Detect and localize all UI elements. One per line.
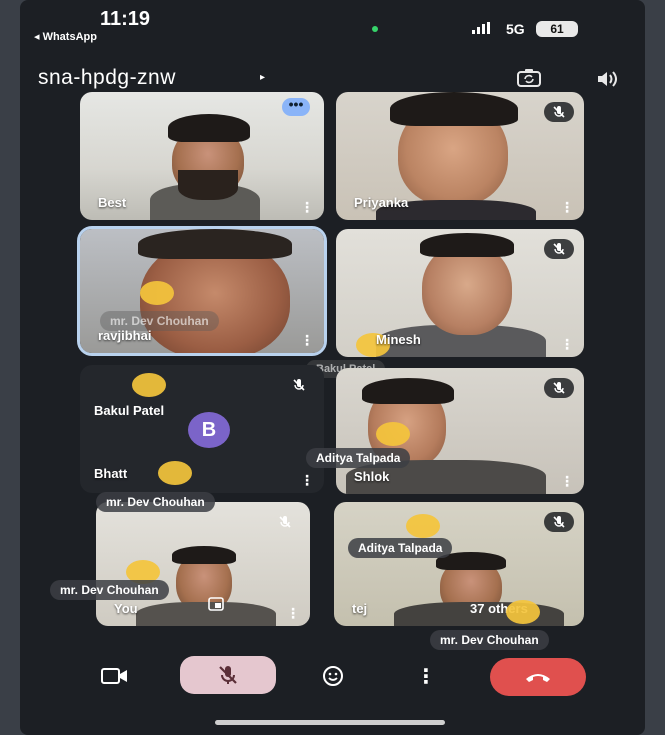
speaker-icon[interactable] [596,70,620,93]
more-options-icon[interactable]: ⋮ [560,200,574,214]
picture-in-picture-icon[interactable] [208,597,224,616]
home-indicator[interactable] [215,720,445,725]
emoji-icon[interactable] [318,662,348,690]
reaction-sender-name: Aditya Talpada [306,448,411,468]
participant-tile-priyanka[interactable]: Priyanka ⋮ [336,92,584,220]
phone-screen: 11:19 ◂ WhatsApp 5G 61 sna-hpdg-znw ▸ ••… [20,0,645,735]
participant-name: Bhatt [94,466,128,481]
mic-off-icon [544,512,574,532]
reaction-sender-name: mr. Dev Chouhan [96,492,215,512]
reaction-sender-name: Bakul Patel [94,403,165,418]
participant-name: You [114,601,138,616]
mic-off-icon [544,102,574,122]
network-type: 5G [506,21,525,37]
camera-flip-icon[interactable] [516,68,542,93]
more-options-icon[interactable]: ⋮ [560,474,574,488]
participant-avatar: B [188,412,230,448]
meeting-code[interactable]: sna-hpdg-znw [38,66,176,90]
status-time: 11:19 [100,8,151,30]
participant-name: Minesh [376,332,421,347]
participant-name: Priyanka [354,195,409,210]
reaction-sender-name: mr. Dev Chouhan [430,630,549,650]
participant-tile-best[interactable]: ••• Best ⋮ [80,92,324,220]
mic-off-icon[interactable] [180,656,276,694]
mic-off-icon [544,378,574,398]
mic-off-icon [270,512,300,532]
reaction-emoji [376,422,410,446]
participant-name: Shlok [354,469,390,484]
reaction-emoji [140,281,174,305]
participant-tile-shlok[interactable]: Shlok ⋮ [336,368,584,494]
signal-strength-icon [472,22,490,34]
end-call-icon[interactable] [490,658,586,696]
back-to-whatsapp-link[interactable]: ◂ WhatsApp [34,30,97,43]
reaction-sender-name: Aditya Talpada [348,538,453,558]
video-icon[interactable] [100,662,130,690]
more-options-icon[interactable]: ⋮ [300,200,314,214]
reaction-emoji [158,461,192,485]
participant-tile-tej[interactable]: Aditya Talpada tej 37 others [334,502,584,626]
speaking-indicator: ••• [282,97,310,116]
reaction-sender-name: mr. Dev Chouhan [50,580,169,600]
more-options-icon[interactable]: ⋮ [300,333,314,347]
participant-name: tej [352,601,368,616]
more-options-icon[interactable]: ⋮ [286,606,300,620]
participant-name: Best [98,195,127,210]
call-controls: ⋮ [20,648,645,704]
participant-tile-ravjibhai[interactable]: mr. Dev Chouhan ravjibhai ⋮ [77,226,327,356]
reaction-emoji [406,514,440,538]
status-bar: 11:19 ◂ WhatsApp 5G 61 [20,0,645,50]
more-icon[interactable]: ⋮ [416,662,436,690]
participant-name: ravjibhai [98,328,152,343]
mic-off-icon [284,375,314,395]
chevron-right-icon[interactable]: ▸ [260,72,265,83]
participant-tile-you[interactable]: You ⋮ [96,502,310,626]
reaction-emoji [506,600,540,624]
battery-indicator: 61 [536,21,578,37]
more-options-icon[interactable]: ⋮ [560,337,574,351]
more-options-icon[interactable]: ⋮ [300,473,314,487]
mic-off-icon [544,239,574,259]
reaction-emoji [132,373,166,397]
camera-in-use-indicator [372,26,378,32]
participant-tile-minesh[interactable]: Minesh ⋮ [336,229,584,357]
